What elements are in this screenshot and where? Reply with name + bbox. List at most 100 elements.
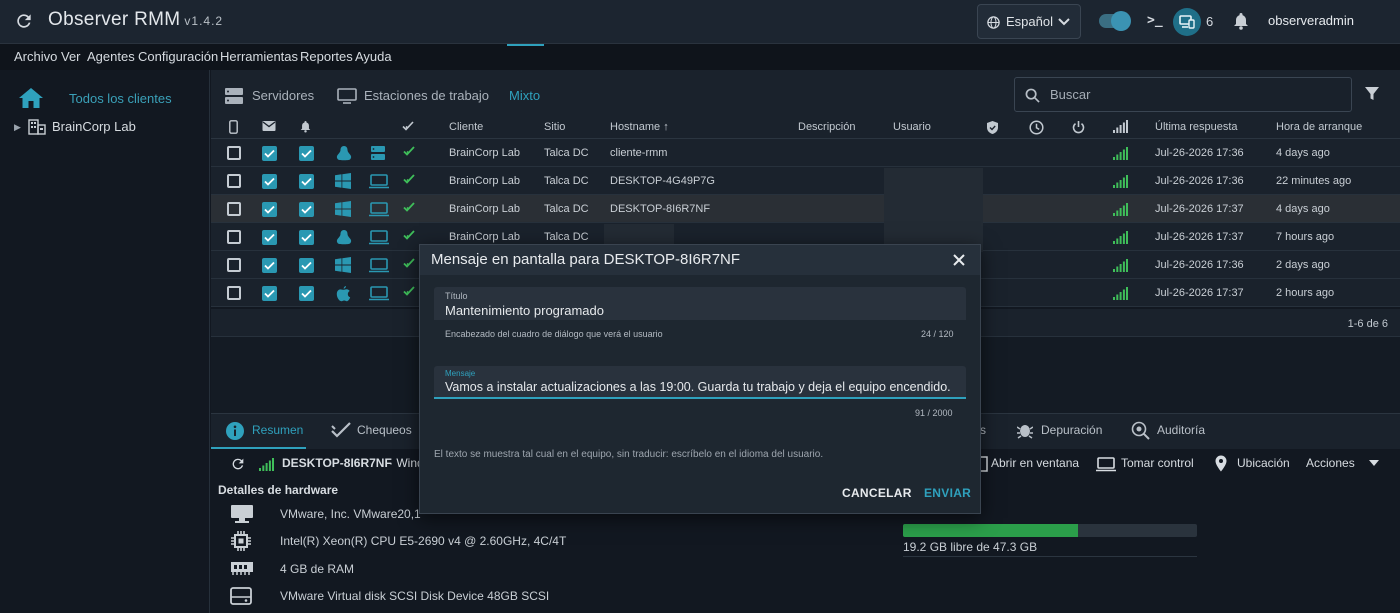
- message-field-counter: 91 / 2000: [915, 408, 953, 418]
- agents-button[interactable]: [1173, 8, 1201, 36]
- menu-configuracion[interactable]: Configuración: [138, 49, 218, 64]
- cpu-icon: [230, 530, 252, 552]
- apple-icon: [336, 285, 351, 302]
- tab-depuracion[interactable]: Depuración: [1041, 423, 1102, 437]
- terminal-button[interactable]: >_: [1147, 13, 1163, 28]
- check-success-icon: [403, 285, 416, 297]
- col-description[interactable]: Descripción: [798, 121, 855, 133]
- tab-auditoria[interactable]: Auditoría: [1157, 423, 1205, 437]
- cell-boot-time: 22 minutes ago: [1276, 175, 1352, 187]
- bell-icon[interactable]: [1233, 12, 1249, 30]
- language-label: Español: [1006, 14, 1053, 29]
- menu-ayuda[interactable]: Ayuda: [355, 49, 392, 64]
- table-row-selected[interactable]: BrainCorp Lab Talca DC DESKTOP-8I6R7NF J…: [211, 195, 1400, 223]
- linux-icon: [335, 145, 353, 161]
- cell-site: Talca DC: [544, 147, 589, 159]
- cell-site: Talca DC: [544, 175, 589, 187]
- pagination-info: 1-6 de 6: [1347, 318, 1388, 330]
- tab-servidores[interactable]: Servidores: [252, 88, 314, 103]
- email-alert-checkbox[interactable]: [262, 202, 277, 217]
- open-window-button[interactable]: Abrir en ventana: [991, 456, 1079, 470]
- audit-icon: [1131, 421, 1150, 440]
- filter-icon[interactable]: [1365, 86, 1379, 101]
- memory-icon: [230, 560, 254, 576]
- cell-client: BrainCorp Lab: [449, 147, 520, 159]
- all-clients-link[interactable]: Todos los clientes: [69, 91, 172, 106]
- refresh-icon[interactable]: [14, 11, 34, 31]
- linux-icon: [335, 229, 353, 245]
- tab-resumen[interactable]: Resumen: [252, 423, 303, 437]
- menu-ver[interactable]: Ver: [61, 49, 81, 64]
- col-site[interactable]: Sitio: [544, 121, 565, 133]
- dark-mode-toggle[interactable]: [1099, 11, 1131, 31]
- menu-agentes[interactable]: Agentes: [87, 49, 135, 64]
- dashboard-alert-checkbox[interactable]: [299, 258, 314, 273]
- col-user[interactable]: Usuario: [893, 121, 931, 133]
- col-last-response[interactable]: Última respuesta: [1155, 121, 1238, 133]
- menu-archivo[interactable]: Archivo: [14, 49, 57, 64]
- double-check-icon: [402, 120, 415, 132]
- workstation-icon: [369, 201, 389, 217]
- title-field-label: Título: [445, 291, 468, 301]
- cell-site: Talca DC: [544, 231, 589, 243]
- message-field[interactable]: Mensaje Vamos a instalar actualizaciones…: [434, 366, 966, 399]
- email-alert-checkbox[interactable]: [262, 146, 277, 161]
- dashboard-alert-checkbox[interactable]: [299, 286, 314, 301]
- row-select-checkbox[interactable]: [227, 286, 241, 300]
- mobile-icon: [229, 120, 238, 134]
- actions-menu[interactable]: Acciones: [1306, 456, 1355, 470]
- disk-icon: [230, 587, 252, 605]
- dialog-header: Mensaje en pantalla para DESKTOP-8I6R7NF: [420, 245, 980, 275]
- cancel-button[interactable]: CANCELAR: [842, 486, 912, 500]
- tree-item-client[interactable]: BrainCorp Lab: [52, 119, 136, 134]
- remote-control-icon: [1096, 456, 1116, 472]
- location-button[interactable]: Ubicación: [1237, 456, 1290, 470]
- dashboard-alert-checkbox[interactable]: [299, 146, 314, 161]
- tree-expand-icon[interactable]: ▶: [14, 122, 21, 133]
- dashboard-alert-checkbox[interactable]: [299, 174, 314, 189]
- check-success-icon: [403, 173, 416, 185]
- email-alert-checkbox[interactable]: [262, 286, 277, 301]
- table-row[interactable]: BrainCorp Lab Talca DC cliente-rmm Jul-2…: [211, 139, 1400, 167]
- dashboard-alert-checkbox[interactable]: [299, 202, 314, 217]
- tab-active-indicator: [507, 44, 544, 46]
- search-input[interactable]: Buscar: [1014, 77, 1352, 112]
- take-control-button[interactable]: Tomar control: [1121, 456, 1194, 470]
- col-client[interactable]: Cliente: [449, 121, 483, 133]
- signal-icon: [1113, 120, 1128, 133]
- tab-estaciones[interactable]: Estaciones de trabajo: [364, 88, 489, 103]
- send-button[interactable]: ENVIAR: [924, 486, 971, 500]
- title-field[interactable]: Título Mantenimiento programado: [434, 287, 966, 320]
- menu-herramientas[interactable]: Herramientas: [220, 49, 298, 64]
- email-alert-checkbox[interactable]: [262, 230, 277, 245]
- tab-mixto[interactable]: Mixto: [509, 88, 540, 103]
- email-alert-checkbox[interactable]: [262, 174, 277, 189]
- menu-reportes[interactable]: Reportes: [300, 49, 353, 64]
- row-select-checkbox[interactable]: [227, 230, 241, 244]
- checks-icon: [331, 421, 351, 439]
- location-pin-icon: [1215, 455, 1227, 472]
- col-boot-time[interactable]: Hora de arranque: [1276, 121, 1362, 133]
- dashboard-alert-checkbox[interactable]: [299, 230, 314, 245]
- home-icon[interactable]: [18, 87, 44, 109]
- close-icon[interactable]: [952, 253, 966, 267]
- cell-hostname: DESKTOP-8I6R7NF: [610, 203, 711, 215]
- language-select[interactable]: Español: [977, 4, 1081, 39]
- row-select-checkbox[interactable]: [227, 146, 241, 160]
- disk-usage-bar: [903, 524, 1197, 537]
- col-hostname[interactable]: Hostname ↑: [610, 121, 669, 133]
- refresh-agent-icon[interactable]: [230, 456, 246, 472]
- caret-down-icon[interactable]: [1369, 460, 1379, 466]
- cell-client: BrainCorp Lab: [449, 231, 520, 243]
- row-select-checkbox[interactable]: [227, 174, 241, 188]
- user-menu[interactable]: observeradmin: [1268, 13, 1354, 28]
- signal-good-icon: [1113, 147, 1128, 160]
- row-select-checkbox[interactable]: [227, 202, 241, 216]
- check-success-icon: [403, 201, 416, 213]
- table-row[interactable]: BrainCorp Lab Talca DC DESKTOP-4G49P7G J…: [211, 167, 1400, 195]
- email-alert-checkbox[interactable]: [262, 258, 277, 273]
- monitor-icon: [337, 87, 357, 105]
- tab-chequeos[interactable]: Chequeos: [357, 423, 412, 437]
- cell-boot-time: 4 days ago: [1276, 147, 1330, 159]
- row-select-checkbox[interactable]: [227, 258, 241, 272]
